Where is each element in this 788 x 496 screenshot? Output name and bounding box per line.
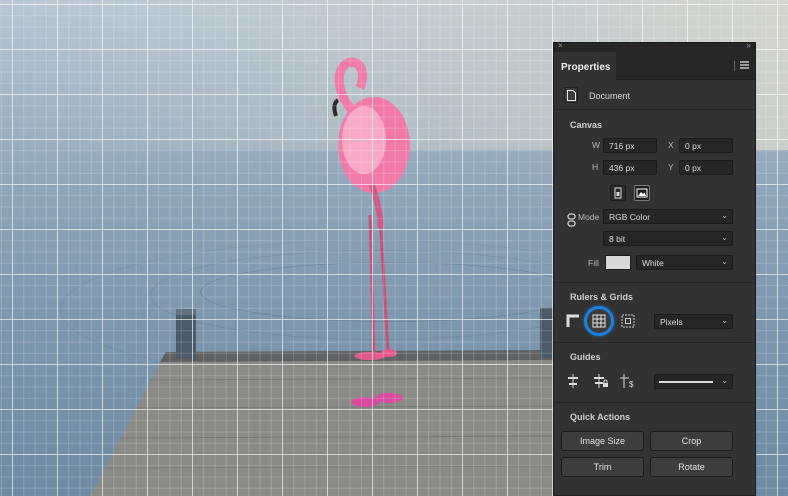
quick-actions-section: Quick Actions Image Size Crop Trim Rotat… <box>554 403 755 495</box>
tab-properties[interactable]: Properties <box>554 52 616 80</box>
align-guides-icon[interactable] <box>566 374 580 388</box>
fill-label: Fill <box>588 258 599 268</box>
link-proportions-icon[interactable] <box>567 213 576 227</box>
grid-icon[interactable] <box>592 314 606 328</box>
chevron-down-icon: ⌄ <box>721 376 728 385</box>
trim-button[interactable]: Trim <box>561 457 644 477</box>
properties-panel: × » Properties Document Canvas W 716 px … <box>553 41 756 496</box>
guides-section: Guides $ ⌄ <box>554 343 755 403</box>
collapse-panel-icon[interactable]: » <box>747 41 752 50</box>
crop-button[interactable]: Crop <box>650 431 733 451</box>
y-label: Y <box>668 162 674 172</box>
rulers-grids-section: Rulers & Grids Pixels ⌄ <box>554 283 755 343</box>
landscape-icon <box>636 188 648 198</box>
rulers-grids-section-title: Rulers & Grids <box>570 292 634 302</box>
guides-section-title: Guides <box>570 352 601 362</box>
new-guide-layout-icon[interactable]: $ <box>620 374 636 388</box>
quick-actions-section-title: Quick Actions <box>570 412 631 422</box>
x-field[interactable]: 0 px <box>679 138 733 153</box>
guide-style-dropdown[interactable]: ⌄ <box>654 374 733 389</box>
canvas-section: Canvas W 716 px X 0 px H 436 px Y 0 px M… <box>554 110 755 283</box>
color-mode-value: RGB Color <box>609 212 651 222</box>
rotate-button[interactable]: Rotate <box>650 457 733 477</box>
x-label: X <box>668 140 674 150</box>
document-label: Document <box>589 91 631 101</box>
pixel-grid-icon[interactable] <box>621 314 635 328</box>
bit-depth-dropdown[interactable]: 8 bit ⌄ <box>603 231 733 246</box>
guide-line-preview <box>659 381 713 383</box>
chevron-down-icon: ⌄ <box>721 257 728 266</box>
panel-tab-bar: Properties <box>554 52 755 80</box>
portrait-orientation-button[interactable] <box>610 185 626 201</box>
canvas-section-title: Canvas <box>570 120 603 130</box>
landscape-orientation-button[interactable] <box>634 185 650 201</box>
panel-menu-icon[interactable] <box>740 61 749 69</box>
fill-color-swatch[interactable] <box>605 255 631 270</box>
width-label: W <box>592 140 601 150</box>
tab-divider <box>734 61 735 71</box>
image-size-button[interactable]: Image Size <box>561 431 644 451</box>
fill-dropdown[interactable]: White ⌄ <box>636 255 733 270</box>
color-mode-dropdown[interactable]: RGB Color ⌄ <box>603 209 733 224</box>
document-icon <box>564 87 578 103</box>
chevron-down-icon: ⌄ <box>721 211 728 220</box>
chevron-down-icon: ⌄ <box>721 316 728 325</box>
panel-title-bar: × » <box>554 41 755 52</box>
height-field[interactable]: 436 px <box>603 160 657 175</box>
close-panel-icon[interactable]: × <box>558 41 563 50</box>
rulers-icon[interactable] <box>566 314 580 328</box>
mode-label: Mode <box>578 212 600 222</box>
ruler-units-dropdown[interactable]: Pixels ⌄ <box>654 314 733 329</box>
height-label: H <box>592 162 599 172</box>
document-row: Document <box>554 80 755 110</box>
portrait-icon <box>614 187 622 199</box>
width-field[interactable]: 716 px <box>603 138 657 153</box>
ruler-units-value: Pixels <box>660 317 683 327</box>
svg-text:$: $ <box>629 380 634 388</box>
chevron-down-icon: ⌄ <box>721 233 728 242</box>
fill-value: White <box>642 258 664 268</box>
lock-guides-icon[interactable] <box>593 374 609 388</box>
y-field[interactable]: 0 px <box>679 160 733 175</box>
bit-depth-value: 8 bit <box>609 234 626 244</box>
